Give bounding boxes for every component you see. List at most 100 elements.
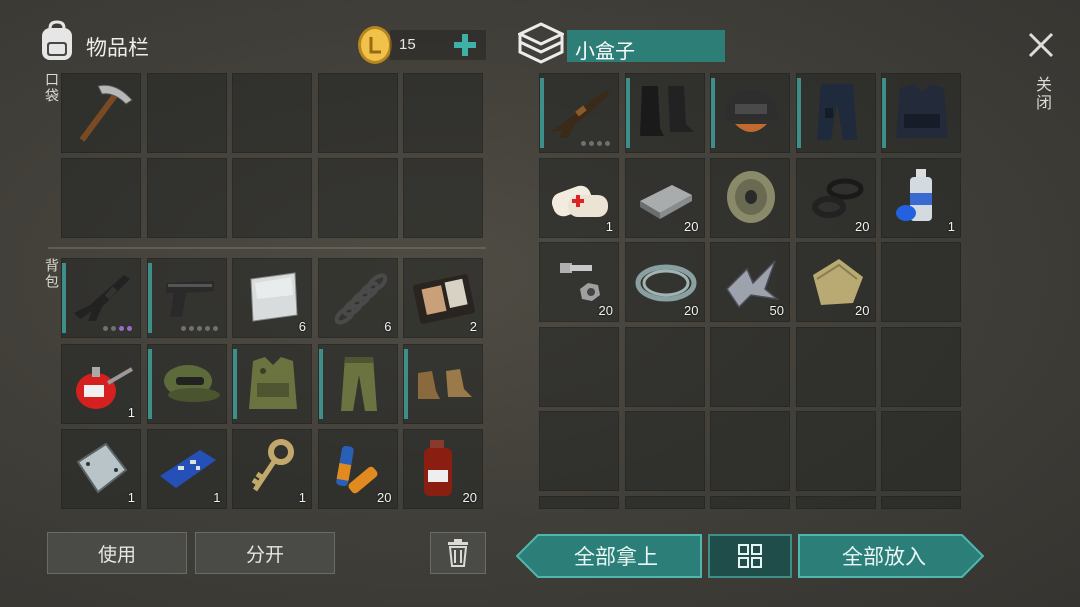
backpack-slot[interactable] — [232, 343, 312, 424]
durability-bar — [625, 78, 630, 148]
empty-slot[interactable] — [881, 242, 961, 322]
helmet-icon — [717, 80, 785, 142]
item-quantity: 1 — [127, 490, 135, 505]
cloth-icon — [803, 249, 871, 311]
backpack-slot[interactable] — [146, 258, 227, 338]
upgrade-dot — [111, 326, 116, 331]
backpack-slot[interactable]: 1 — [61, 429, 141, 509]
empty-slot[interactable] — [403, 158, 483, 238]
container-slot[interactable]: 50 — [710, 242, 790, 322]
empty-slot[interactable] — [624, 495, 705, 509]
shotgun-icon — [546, 80, 614, 142]
split-button[interactable]: 分开 — [195, 532, 335, 574]
upgrade-dot — [180, 326, 186, 331]
container-slot[interactable] — [710, 157, 790, 238]
put-all-button[interactable]: 全部放入 — [798, 534, 984, 578]
item-quantity: 1 — [947, 218, 955, 234]
empty-slot[interactable] — [881, 411, 961, 491]
close-icon — [1028, 32, 1054, 58]
backpack-slot[interactable] — [317, 343, 398, 424]
empty-slot[interactable] — [710, 411, 790, 491]
empty-slot[interactable] — [624, 411, 705, 491]
take-all-button[interactable]: 全部拿上 — [516, 534, 702, 578]
durability-bar — [540, 78, 544, 148]
container-slot[interactable] — [881, 73, 961, 153]
container-slot[interactable]: 1 — [881, 157, 961, 238]
upgrade-dot — [196, 326, 202, 331]
container-slot[interactable]: 20 — [795, 242, 876, 322]
close-label: 关闭 — [1033, 76, 1052, 112]
trash-button[interactable] — [430, 532, 486, 574]
coin-icon — [356, 25, 394, 65]
empty-slot[interactable] — [403, 73, 483, 153]
pocket-slot[interactable] — [61, 73, 141, 153]
item-quantity: 20 — [855, 303, 870, 318]
backpack-slot[interactable]: 20 — [403, 429, 483, 509]
item-quantity: 1 — [127, 404, 135, 420]
empty-slot[interactable] — [624, 326, 705, 407]
pocket-label: 口袋 — [43, 72, 59, 104]
backpack-slot[interactable]: 1 — [146, 429, 227, 509]
container-slot[interactable]: 1 — [539, 157, 619, 238]
backpack-slot[interactable]: 2 — [403, 258, 483, 338]
upgrade-dot — [605, 141, 610, 146]
empty-slot[interactable] — [317, 73, 398, 153]
close-button[interactable]: 关闭 — [1024, 28, 1058, 128]
spring-icon — [325, 265, 393, 327]
item-quantity: 6 — [384, 319, 392, 334]
upgrade-dots — [103, 326, 132, 331]
item-quantity: 20 — [598, 303, 613, 318]
container-slot[interactable] — [795, 73, 876, 153]
container-slot[interactable]: 20 — [624, 242, 705, 322]
backpack-slot[interactable] — [403, 343, 483, 424]
empty-slot[interactable] — [232, 73, 312, 153]
upgrade-dot — [119, 326, 124, 331]
empty-slot[interactable] — [146, 73, 227, 153]
empty-slot[interactable] — [539, 495, 619, 509]
backpack-slot[interactable]: 20 — [317, 429, 398, 509]
empty-slot[interactable] — [61, 158, 141, 238]
empty-slot[interactable] — [539, 326, 619, 407]
empty-slot[interactable] — [795, 326, 876, 407]
durability-bar — [882, 78, 886, 148]
empty-slot[interactable] — [881, 326, 961, 407]
empty-slot[interactable] — [795, 411, 876, 491]
add-coins-button[interactable] — [452, 31, 478, 59]
backpack-slot[interactable] — [61, 258, 141, 338]
rubber-rings-icon — [803, 165, 871, 227]
item-quantity: 1 — [605, 218, 613, 234]
empty-slot[interactable] — [881, 495, 961, 509]
medicine-bottle-icon — [410, 436, 478, 498]
empty-slot[interactable] — [232, 158, 312, 238]
use-button[interactable]: 使用 — [47, 532, 187, 574]
empty-slot[interactable] — [795, 495, 876, 509]
circuit-board-icon — [154, 436, 222, 498]
durability-bar — [404, 348, 408, 419]
empty-slot[interactable] — [710, 495, 790, 509]
container-slot[interactable] — [624, 73, 705, 153]
durability-bar — [147, 348, 152, 419]
container-slot[interactable]: 20 — [795, 157, 876, 238]
trash-icon — [448, 539, 468, 567]
sort-button[interactable] — [708, 534, 792, 578]
container-slot[interactable]: 20 — [539, 242, 619, 322]
empty-slot[interactable] — [539, 411, 619, 491]
durability-bar — [796, 78, 801, 148]
empty-slot[interactable] — [146, 158, 227, 238]
empty-slot[interactable] — [317, 158, 398, 238]
empty-slot[interactable] — [710, 326, 790, 407]
container-slot[interactable] — [710, 73, 790, 153]
backpack-slot[interactable]: 6 — [232, 258, 312, 338]
backpack-slot[interactable]: 1 — [61, 343, 141, 424]
backpack-slot[interactable]: 1 — [232, 429, 312, 509]
item-quantity: 1 — [213, 490, 221, 505]
backpack-slot[interactable]: 6 — [317, 258, 398, 338]
upgrade-dots — [581, 141, 610, 146]
container-slot[interactable]: 20 — [624, 157, 705, 238]
item-quantity: 20 — [684, 303, 699, 318]
container-slot[interactable] — [539, 73, 619, 153]
item-quantity: 20 — [377, 490, 392, 505]
put-all-label: 全部放入 — [842, 545, 926, 569]
item-quantity: 2 — [469, 319, 477, 334]
backpack-slot[interactable] — [146, 343, 227, 424]
